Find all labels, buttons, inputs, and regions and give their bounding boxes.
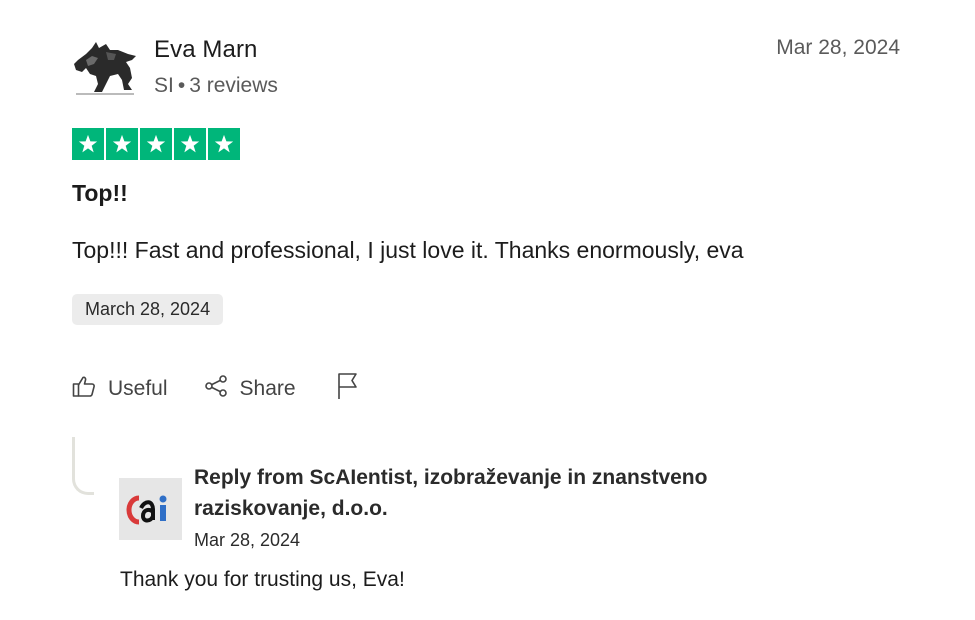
- star-icon: [72, 128, 104, 160]
- flag-icon: [336, 372, 360, 406]
- reply-text: Thank you for trusting us, Eva!: [120, 568, 405, 591]
- reviewer-review-count: 3 reviews: [189, 74, 278, 97]
- company-logo: [119, 478, 182, 540]
- star-icon: [208, 128, 240, 160]
- review-body: Top!!! Fast and professional, I just lov…: [72, 237, 744, 263]
- share-label: Share: [239, 377, 296, 400]
- reviewer-meta: SI • 3 reviews: [154, 74, 278, 98]
- useful-label: Useful: [108, 377, 168, 400]
- thumbs-up-icon: [72, 374, 96, 404]
- share-button[interactable]: Share: [204, 374, 296, 404]
- report-button[interactable]: [336, 372, 360, 406]
- star-icon: [174, 128, 206, 160]
- reviewer-avatar[interactable]: [72, 38, 138, 96]
- star-icon: [106, 128, 138, 160]
- review-title[interactable]: Top!!: [72, 180, 128, 207]
- star-rating: [72, 128, 240, 160]
- reply-author: Reply from ScAIentist, izobraževanje in …: [194, 466, 708, 520]
- star-icon: [140, 128, 172, 160]
- review-date: Mar 28, 2024: [776, 36, 900, 59]
- reply-date: Mar 28, 2024: [194, 530, 301, 550]
- review-actions: Useful Share: [72, 372, 360, 406]
- useful-button[interactable]: Useful: [72, 374, 168, 404]
- meta-separator: •: [177, 74, 186, 97]
- reviewer-country: SI: [154, 74, 174, 97]
- reply-connector: [72, 437, 94, 495]
- experience-date-badge: March 28, 2024: [72, 294, 224, 325]
- reviewer-name[interactable]: Eva Marn: [154, 36, 258, 64]
- share-icon: [204, 374, 228, 404]
